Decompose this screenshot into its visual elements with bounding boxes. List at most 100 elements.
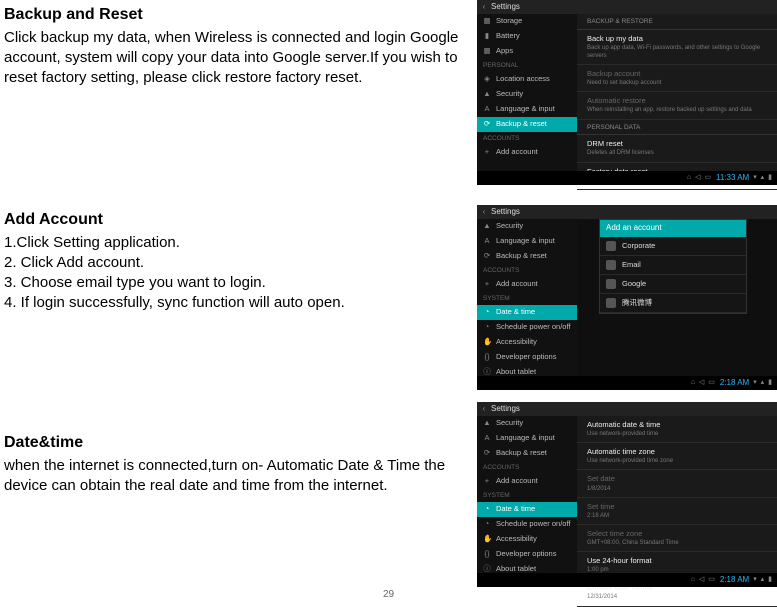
sidebar-section-header: ACCOUNTS <box>477 264 577 277</box>
sidebar-item-label: Apps <box>496 46 513 56</box>
addaccount-section: Add Account 1.Click Setting application.… <box>0 205 477 400</box>
addaccount-title: Add Account <box>4 209 465 231</box>
sidebar-item[interactable]: +Add account <box>477 145 577 160</box>
settings-item[interactable]: Select time zoneGMT+08:00, China Standar… <box>577 525 777 552</box>
sidebar-item[interactable]: ALanguage & input <box>477 234 577 249</box>
add-account-popup: Add an account Corporate EmailGoogle 腾讯微博 <box>599 219 747 314</box>
sidebar-item-label: Date & time <box>496 504 535 514</box>
settings-item-title: Backup account <box>587 69 767 79</box>
screenshot-date-time: ‹ Settings ▲SecurityALanguage & input⟳Ba… <box>477 402 777 587</box>
content-section-header: BACKUP & RESTORE <box>577 14 777 30</box>
back-icon[interactable]: ‹ <box>477 207 491 218</box>
account-type-item[interactable]: 腾讯微博 <box>600 294 746 313</box>
sidebar-item-label: Developer options <box>496 549 556 559</box>
sidebar-item[interactable]: ▦Storage <box>477 14 577 29</box>
sidebar-item[interactable]: +Add account <box>477 277 577 292</box>
sidebar-item[interactable]: ▲Security <box>477 219 577 234</box>
settings-item-title: Automatic time zone <box>587 447 767 457</box>
page-number: 29 <box>0 588 777 602</box>
settings-item-subtitle: Use network-provided time zone <box>587 457 767 465</box>
account-type-item[interactable]: Email <box>600 256 746 275</box>
settings-item-title: Automatic restore <box>587 96 767 106</box>
navbar-icons[interactable]: ⌂ ◁ ▭ <box>691 575 716 584</box>
sidebar-item[interactable]: ⟳Backup & reset <box>477 249 577 264</box>
screenshot-backup-reset: ‹ Settings ▦Storage▮Battery▦AppsPERSONAL… <box>477 0 777 185</box>
settings-item-subtitle: GMT+08:00, China Standard Time <box>587 539 767 547</box>
back-icon[interactable]: ‹ <box>477 2 491 13</box>
sidebar-item[interactable]: ✋Accessibility <box>477 532 577 547</box>
sidebar-icon: ◔ <box>483 504 491 514</box>
sidebar-item[interactable]: ◔ Schedule power on/off <box>477 517 577 532</box>
sidebar-item-label: Schedule power on/off <box>496 519 571 529</box>
settings-item-subtitle: 1/8/2014 <box>587 485 767 493</box>
popup-title: Add an account <box>600 220 746 237</box>
settings-item-subtitle: Back up app data, Wi-Fi passwords, and o… <box>587 44 767 60</box>
settings-item[interactable]: Automatic restoreWhen reinstalling an ap… <box>577 92 777 119</box>
back-icon[interactable]: ‹ <box>477 404 491 415</box>
statusbar-time: 11:33 AM <box>716 173 749 184</box>
sidebar-item[interactable]: {}Developer options <box>477 350 577 365</box>
sidebar-item-label: Language & input <box>496 104 555 114</box>
sidebar-item-label: Location access <box>496 74 550 84</box>
account-type-label: 腾讯微博 <box>622 298 652 308</box>
sidebar-icon: A <box>483 236 491 246</box>
statusbar-time: 2:18 AM <box>720 575 749 586</box>
sidebar-item[interactable]: ◔Schedule power on/off <box>477 320 577 335</box>
sidebar-icon: {} <box>483 352 491 362</box>
sidebar-icon: A <box>483 104 491 114</box>
settings-item-title: Back up my data <box>587 34 767 44</box>
sidebar-item[interactable]: ◔ Date & time <box>477 305 577 320</box>
sidebar-item[interactable]: ▮ Battery <box>477 29 577 44</box>
settings-title: Settings <box>491 207 520 218</box>
settings-item[interactable]: Backup accountNeed to set backup account <box>577 65 777 92</box>
settings-item[interactable]: Set date1/8/2014 <box>577 470 777 497</box>
backup-body: Click backup my data, when Wireless is c… <box>4 28 465 89</box>
sidebar-icon: ◔ <box>483 322 491 332</box>
sidebar-item[interactable]: ✋Accessibility <box>477 335 577 350</box>
sidebar-item[interactable]: ▲Security <box>477 416 577 431</box>
sidebar-item[interactable]: +Add account <box>477 474 577 489</box>
settings-item-title: Automatic date & time <box>587 420 767 430</box>
sidebar-icon: ✋ <box>483 337 491 347</box>
sidebar-item[interactable]: ▦Apps <box>477 44 577 59</box>
sidebar-item[interactable]: A Language & input <box>477 102 577 117</box>
sidebar-item-label: Date & time <box>496 307 535 317</box>
settings-item-title: Select time zone <box>587 529 767 539</box>
account-type-item[interactable]: Google <box>600 275 746 294</box>
sidebar-item[interactable]: {}Developer options <box>477 547 577 562</box>
settings-item[interactable]: Automatic time zoneUse network-provided … <box>577 443 777 470</box>
sidebar-section-header: ACCOUNTS <box>477 461 577 474</box>
settings-item[interactable]: Back up my dataBack up app data, Wi-Fi p… <box>577 30 777 65</box>
sidebar-icon: ◔ <box>483 307 491 317</box>
addaccount-line-4: 4. If login successfully, sync function … <box>4 293 465 313</box>
sidebar-item-label: Security <box>496 89 523 99</box>
sidebar-item[interactable]: ◔ Date & time <box>477 502 577 517</box>
sidebar-item[interactable]: ⟳Backup & reset <box>477 446 577 461</box>
sidebar-icon: ▮ <box>483 31 491 41</box>
settings-item[interactable]: Set time2:18 AM <box>577 498 777 525</box>
sidebar-item[interactable]: A Language & input <box>477 431 577 446</box>
settings-item-subtitle: When reinstalling an app, restore backed… <box>587 106 767 114</box>
sidebar-item-label: Language & input <box>496 433 555 443</box>
settings-item-subtitle: Need to set backup account <box>587 79 767 87</box>
settings-title: Settings <box>491 2 520 13</box>
account-type-item[interactable]: Corporate <box>600 237 746 256</box>
settings-item-title: Set date <box>587 474 767 484</box>
sidebar-item-label: Add account <box>496 279 538 289</box>
statusbar-icons: ▾ ▴ ▮ <box>753 173 773 182</box>
sidebar-icon: ◔ <box>483 519 491 529</box>
navbar-icons[interactable]: ⌂ ◁ ▭ <box>687 173 712 182</box>
sidebar-item-label: Security <box>496 221 523 231</box>
settings-item[interactable]: Automatic date & timeUse network-provide… <box>577 416 777 443</box>
sidebar-item[interactable]: ◈Location access <box>477 72 577 87</box>
sidebar-icon: A <box>483 433 491 443</box>
sidebar-item[interactable]: ⟳Backup & reset <box>477 117 577 132</box>
navbar-icons[interactable]: ⌂ ◁ ▭ <box>691 378 716 387</box>
account-type-label: Corporate <box>622 241 655 251</box>
sidebar-item-label: Battery <box>496 31 520 41</box>
sidebar-item-label: Storage <box>496 16 522 26</box>
settings-item[interactable]: DRM resetDeletes all DRM licenses <box>577 135 777 162</box>
sidebar-icon: ⟳ <box>483 251 491 261</box>
sidebar-item[interactable]: ▲Security <box>477 87 577 102</box>
account-type-icon <box>606 298 616 308</box>
